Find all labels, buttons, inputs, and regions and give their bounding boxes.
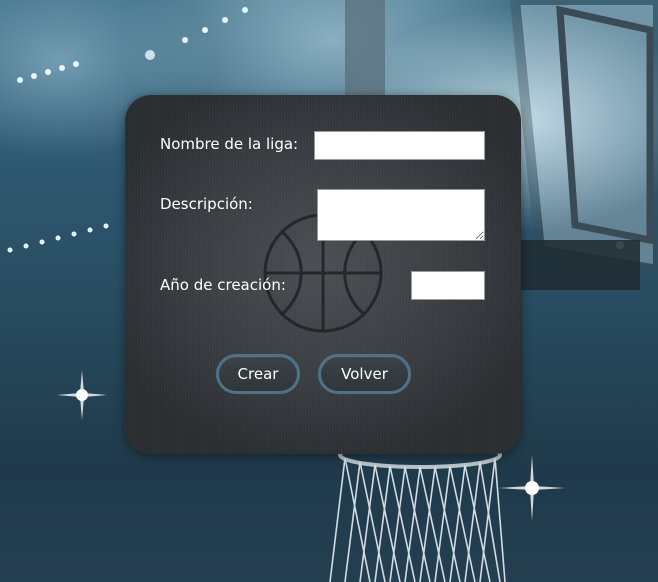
create-league-panel: Nombre de la liga: Descripción: Año de c… — [125, 95, 521, 454]
description-textarea[interactable] — [317, 189, 485, 241]
description-label: Descripción: — [160, 195, 253, 213]
creation-year-label: Año de creación: — [160, 276, 286, 294]
create-button[interactable]: Crear — [216, 354, 300, 394]
back-button[interactable]: Volver — [318, 354, 411, 394]
hoop-net — [329, 441, 506, 582]
creation-year-input[interactable] — [411, 271, 485, 300]
league-name-label: Nombre de la liga: — [160, 135, 299, 153]
league-name-input[interactable] — [314, 131, 485, 160]
